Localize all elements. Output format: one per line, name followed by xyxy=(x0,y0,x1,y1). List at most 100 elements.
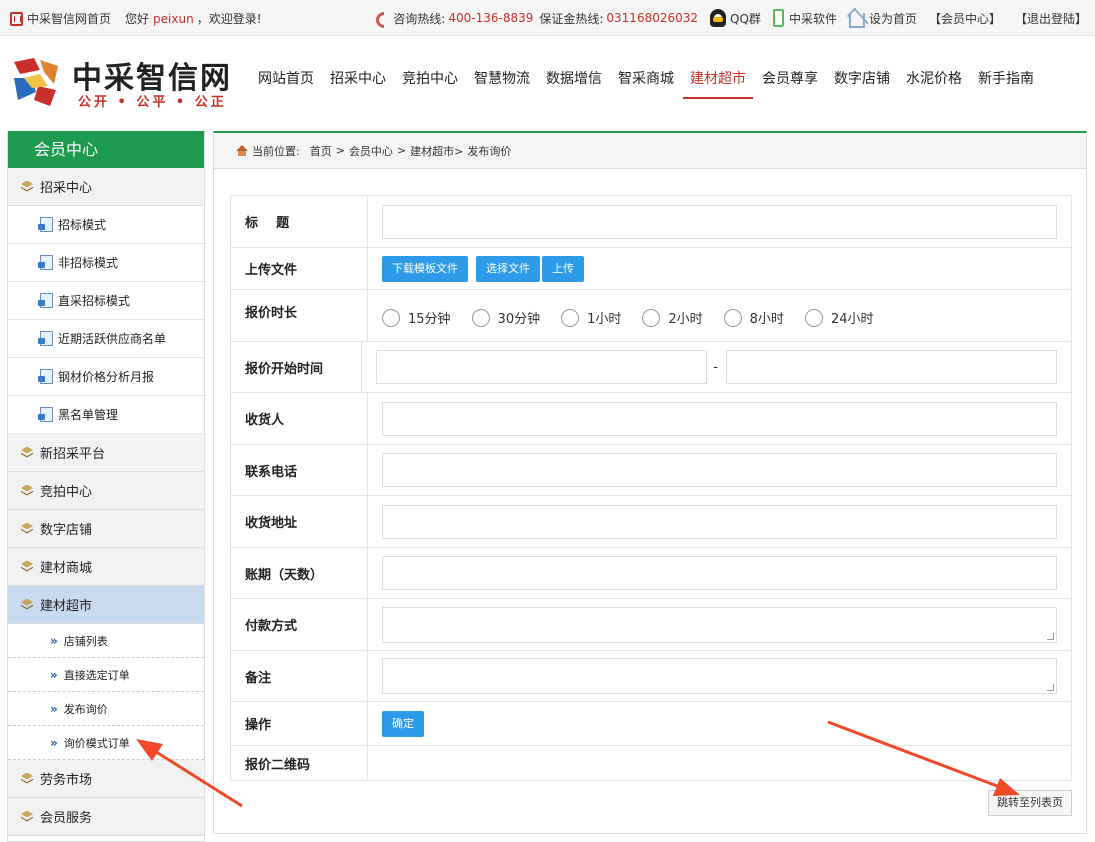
nav-item[interactable]: 数据增信 xyxy=(539,69,609,99)
radio-button[interactable] xyxy=(561,308,580,327)
sidebar-market-subitem-label: 店铺列表 xyxy=(63,634,108,648)
nav-item[interactable]: 新手指南 xyxy=(971,69,1041,99)
breadcrumb-home[interactable]: 首页 xyxy=(310,143,332,159)
remark-textarea[interactable] xyxy=(382,658,1057,694)
sidebar-subitem-label: 近期活跃供应商名单 xyxy=(58,332,167,346)
term-input[interactable] xyxy=(382,556,1057,590)
sidebar-cat-zhaocai[interactable]: 招采中心 xyxy=(8,168,204,206)
duration-radio-option[interactable]: 15分钟 xyxy=(382,308,451,327)
layers-icon xyxy=(20,485,34,497)
form-row-address: 收货地址 xyxy=(231,496,1071,548)
nav-item[interactable]: 智慧物流 xyxy=(467,69,537,99)
address-input[interactable] xyxy=(382,504,1057,539)
nav-item[interactable]: 数字店铺 xyxy=(827,69,897,99)
username[interactable]: peixun xyxy=(153,12,194,26)
double-chevron-icon: » xyxy=(50,667,58,682)
phone-icon xyxy=(375,11,389,25)
title-input[interactable] xyxy=(382,204,1057,239)
phone-input[interactable] xyxy=(382,453,1057,487)
start-time-from-input[interactable] xyxy=(376,350,708,384)
sidebar-cat[interactable]: 新招采平台 xyxy=(8,434,204,472)
download-template-button[interactable]: 下载模板文件 xyxy=(382,255,468,282)
duration-radio-option[interactable]: 24小时 xyxy=(804,308,873,327)
nav-item[interactable]: 网站首页 xyxy=(251,69,321,99)
nav-item[interactable]: 招采中心 xyxy=(323,69,393,99)
welcome-text: ，欢迎登录! xyxy=(196,12,262,26)
breadcrumb-member[interactable]: 会员中心 xyxy=(349,143,393,159)
document-icon xyxy=(38,255,53,270)
sidebar-subitem[interactable]: 非招标模式 xyxy=(8,244,204,282)
sidebar-subitem[interactable]: 招标模式 xyxy=(8,206,204,244)
layers-icon xyxy=(20,773,34,785)
nav-item[interactable]: 建材超市 xyxy=(683,69,753,99)
site-logo[interactable]: 中采智信网 公开 • 公平 • 公正 xyxy=(10,53,238,113)
payment-textarea[interactable] xyxy=(382,606,1057,643)
sidebar-cat-label: 劳务市场 xyxy=(40,773,93,788)
duration-radio-option[interactable]: 30分钟 xyxy=(471,308,540,327)
radio-button[interactable] xyxy=(382,308,400,327)
radio-button[interactable] xyxy=(642,308,661,327)
deposit-label: 保证金热线: xyxy=(539,11,604,26)
nav-item[interactable]: 会员尊享 xyxy=(755,69,825,99)
radio-button[interactable] xyxy=(723,308,742,327)
sidebar-market-subitem[interactable]: » 店铺列表 xyxy=(8,624,204,658)
breadcrumb-current: 发布询价 xyxy=(467,144,512,158)
inquiry-form: 标 题 上传文件 下载模板文件 选择文件 上传 报价时长 15分钟 30分钟 1小时… xyxy=(230,195,1072,781)
duration-radio-option[interactable]: 2小时 xyxy=(642,308,703,327)
upload-button[interactable]: 上传 xyxy=(542,255,584,282)
sidebar-market-subitem-label: 直接选定订单 xyxy=(63,668,130,682)
software-link[interactable]: 中采软件 xyxy=(772,9,837,27)
breadcrumb: 当前位置: 首页 > 会员中心 > 建材超市> 发布询价 xyxy=(214,133,1086,169)
logout-link[interactable]: 【退出登陆】 xyxy=(1015,10,1087,27)
sidebar-subitem-label: 钢材价格分析月报 xyxy=(58,370,155,384)
sidebar-market-subitem[interactable]: » 发布询价 xyxy=(8,692,204,726)
site-home-link[interactable]: 中采智信网首页 xyxy=(27,10,111,27)
qq-group-link[interactable]: QQ群 xyxy=(710,9,761,27)
logo-mark-icon xyxy=(14,58,58,106)
sidebar-cat-label: 建材超市 xyxy=(40,599,93,614)
sidebar-cat[interactable]: 劳务市场 xyxy=(8,760,204,798)
sidebar-market-subitem[interactable]: » 直接选定订单 xyxy=(8,658,204,692)
confirm-button[interactable]: 确定 xyxy=(382,710,424,737)
nav-item[interactable]: 水泥价格 xyxy=(899,69,969,99)
sidebar-subitem[interactable]: 近期活跃供应商名单 xyxy=(8,320,204,358)
breadcrumb-market[interactable]: 建材超市> xyxy=(410,143,463,159)
sidebar-cat-jiancai-market[interactable]: 建材超市 xyxy=(8,586,204,624)
receiver-input[interactable] xyxy=(382,401,1057,436)
sidebar-cat[interactable]: 建材商城 xyxy=(8,548,204,586)
action-label: 操作 xyxy=(231,702,368,745)
logo-slogan: 公开 • 公平 • 公正 xyxy=(78,95,227,110)
sidebar-subitem-label: 黑名单管理 xyxy=(58,408,119,422)
term-label: 账期（天数） xyxy=(231,548,368,598)
radio-button[interactable] xyxy=(471,308,490,327)
start-time-to-input[interactable] xyxy=(726,350,1057,384)
sidebar-subitem[interactable]: 直采招标模式 xyxy=(8,282,204,320)
jump-to-list-button[interactable]: 跳转至列表页 xyxy=(988,790,1072,816)
nav-item[interactable]: 竞拍中心 xyxy=(395,69,465,99)
sidebar-cat[interactable]: 会员服务 xyxy=(8,798,204,836)
address-label: 收货地址 xyxy=(231,496,368,547)
sidebar-cat[interactable]: 竞拍中心 xyxy=(8,472,204,510)
duration-label: 报价时长 xyxy=(231,290,368,341)
radio-button[interactable] xyxy=(804,308,823,327)
duration-radio-option[interactable]: 1小时 xyxy=(561,308,621,327)
document-icon xyxy=(38,407,53,422)
duration-radio-option[interactable]: 8小时 xyxy=(723,308,784,327)
sidebar-market-subitem[interactable]: » 询价模式订单 xyxy=(8,726,204,760)
nav-item[interactable]: 智采商城 xyxy=(611,69,681,99)
sidebar-cat[interactable]: 数字店铺 xyxy=(8,510,204,548)
double-chevron-icon: » xyxy=(50,633,58,648)
form-row-upload: 上传文件 下载模板文件 选择文件 上传 xyxy=(231,248,1071,290)
breadcrumb-sep: > xyxy=(335,144,345,157)
qr-label: 报价二维码 xyxy=(231,746,368,780)
set-home-link[interactable]: 设为首页 xyxy=(848,10,917,28)
choose-file-button[interactable]: 选择文件 xyxy=(476,255,540,282)
sidebar-cat-label: 建材商城 xyxy=(40,561,93,576)
layers-icon xyxy=(20,447,34,459)
hotline-label: 咨询热线: xyxy=(393,11,446,26)
remark-label: 备注 xyxy=(231,651,368,701)
sidebar-subitem[interactable]: 黑名单管理 xyxy=(8,396,204,434)
sidebar-subitem[interactable]: 钢材价格分析月报 xyxy=(8,358,204,396)
member-center-link[interactable]: 【会员中心】 xyxy=(929,10,1001,27)
qq-icon xyxy=(710,9,727,27)
